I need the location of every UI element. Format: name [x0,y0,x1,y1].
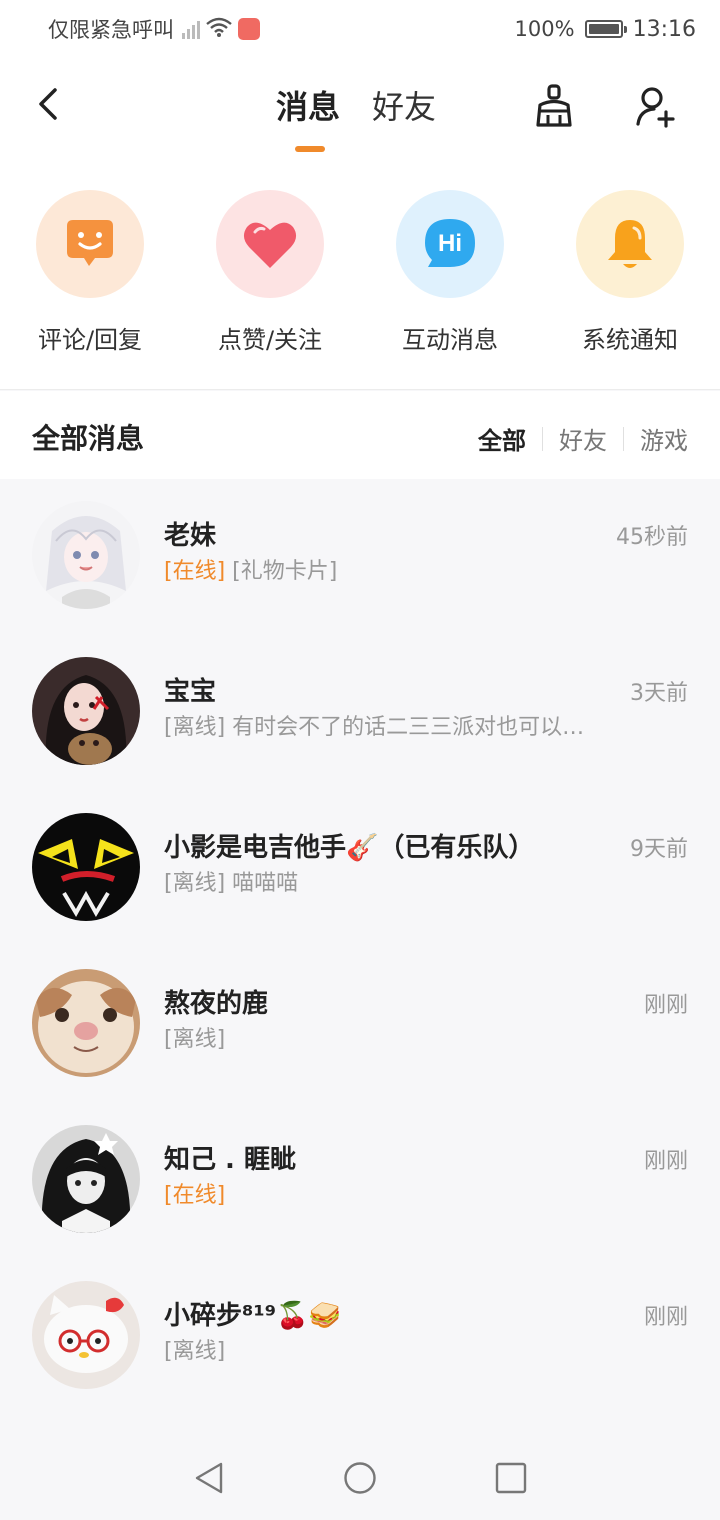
message-preview: [离线] [164,1333,614,1365]
svg-text:Hi: Hi [438,230,462,257]
timestamp: 刚刚 [643,1305,688,1330]
avatar[interactable] [32,1281,140,1389]
message-preview: [在线] [164,1177,614,1209]
smile-chat-icon [67,220,113,266]
messages-filter-bar: 全部消息 全部 好友 游戏 [0,391,720,479]
likes-label: 点赞/关注 [217,326,323,354]
system-notifications-button[interactable]: 系统通知 [540,190,720,355]
back-button[interactable] [26,82,70,126]
interactions-icon-circle: Hi [396,190,504,298]
comments-replies-button[interactable]: 评论/回复 [0,190,180,355]
avatar[interactable] [32,969,140,1077]
conversation-row[interactable]: 老妹 [在线] [礼物卡片] 45秒前 [0,479,720,635]
battery-icon [584,20,627,38]
header: 消息 好友 [0,58,720,158]
contact-name: 小碎步⁸¹⁹🍒🥪 [164,1301,341,1331]
message-preview: [离线] 喵喵喵 [164,865,614,897]
avatar[interactable] [32,657,140,765]
wifi-icon [206,17,232,42]
clean-button[interactable] [528,80,580,132]
conversation-row[interactable]: 宝宝 [离线] 有时会不了的话二三三派对也可以… 3天前 [0,635,720,791]
timestamp: 9天前 [630,837,688,862]
tab-bar: 消息 好友 [276,82,436,128]
contact-name: 知己 . 睚眦 [164,1145,296,1175]
timestamp: 刚刚 [643,1149,688,1174]
preview-text: 有时会不了的话二三三派对也可以… [232,715,585,740]
conversation-row[interactable]: 小碎步⁸¹⁹🍒🥪 [离线] 刚刚 [0,1259,720,1415]
nav-recents-button[interactable] [495,1462,527,1498]
comments-icon-circle [36,190,144,298]
status-online: [在线] [164,1183,226,1208]
carrier-text: 仅限紧急呼叫 [48,18,174,42]
filter-games[interactable]: 游戏 [640,421,688,456]
quick-actions: 评论/回复 点赞/关注 Hi 互动消息 系统通知 [0,158,720,390]
contact-name: 宝宝 [164,677,217,707]
interactions-label: 互动消息 [402,326,498,354]
conversation-row[interactable]: 熬夜的鹿 [离线] 刚刚 [0,947,720,1103]
message-preview: [离线] 有时会不了的话二三三派对也可以… [164,709,614,741]
system-nav-bar [0,1440,720,1520]
conversation-list: 老妹 [在线] [礼物卡片] 45秒前 宝宝 [离线] 有时会不了的话二三三派对… [0,479,720,1415]
timestamp: 刚刚 [643,993,688,1018]
contact-name: 小影是电吉他手🎸（已有乐队） [164,833,535,863]
conversation-row[interactable]: 小影是电吉他手🎸（已有乐队） [离线] 喵喵喵 9天前 [0,791,720,947]
status-offline: [离线] [164,871,226,896]
nav-back-button[interactable] [193,1461,225,1499]
back-icon [39,88,57,120]
contact-name: 熬夜的鹿 [164,989,269,1019]
add-friend-button[interactable] [630,80,682,132]
clean-broom-icon [536,84,572,127]
status-offline: [离线] [164,715,226,740]
clock: 13:16 [632,16,696,42]
bell-icon [608,220,652,268]
interactions-button[interactable]: Hi 互动消息 [360,190,540,355]
preview-text: 喵喵喵 [232,871,299,896]
add-friend-icon [636,87,675,128]
divider [542,426,543,451]
notifications-label: 系统通知 [582,326,678,354]
notifications-icon-circle [576,190,684,298]
preview-text: [礼物卡片] [232,559,338,584]
status-bar: 仅限紧急呼叫 100% 13:16 [0,0,720,58]
message-preview: [在线] [礼物卡片] [164,553,614,585]
nav-back-icon [195,1462,223,1494]
filter-all[interactable]: 全部 [478,421,526,456]
nav-recents-icon [495,1462,527,1494]
avatar[interactable] [32,1125,140,1233]
likes-follows-button[interactable]: 点赞/关注 [180,190,360,355]
tab-messages[interactable]: 消息 [276,82,340,128]
hi-bubble-icon: Hi [425,219,475,267]
timestamp: 3天前 [630,681,688,706]
contact-name: 老妹 [164,521,217,551]
avatar[interactable] [32,501,140,609]
battery-percent: 100% [514,17,575,41]
filter-friends[interactable]: 好友 [559,421,607,456]
conversation-row[interactable]: 知己 . 睚眦 [在线] 刚刚 [0,1103,720,1259]
divider [623,426,624,451]
status-offline: [离线] [164,1339,226,1364]
status-offline: [离线] [164,1027,226,1052]
section-title: 全部消息 [32,422,145,455]
heart-icon [243,222,297,268]
nav-home-button[interactable] [343,1461,377,1499]
message-preview: [离线] [164,1021,614,1053]
nav-home-icon [344,1462,376,1494]
signal-icon [182,19,200,39]
status-online: [在线] [164,559,226,584]
avatar[interactable] [32,813,140,921]
tab-friends[interactable]: 好友 [372,82,436,128]
likes-icon-circle [216,190,324,298]
comments-label: 评论/回复 [37,326,143,354]
timestamp: 45秒前 [616,525,688,550]
active-tab-indicator [295,146,325,152]
filter-options: 全部 好友 游戏 [478,421,688,456]
app-notification-icon [238,18,260,40]
